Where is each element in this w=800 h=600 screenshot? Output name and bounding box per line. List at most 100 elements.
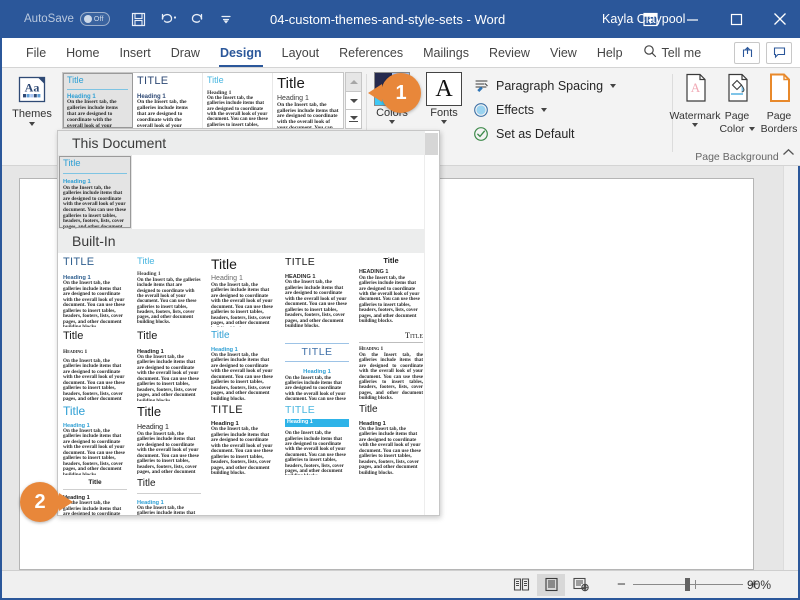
- redo-icon[interactable]: [184, 6, 210, 32]
- ribbon-tabs: File Home Insert Draw Design Layout Refe…: [2, 38, 800, 68]
- built-in-style-1[interactable]: Title Heading 1 On the Insert tab, the g…: [132, 253, 206, 327]
- style-set-item-3[interactable]: Title Heading 1 On the Insert tab, the g…: [273, 73, 343, 128]
- preview-body: On the Insert tab, the galleries include…: [137, 506, 201, 516]
- collapse-ribbon-button[interactable]: [782, 144, 795, 162]
- chevron-down-icon[interactable]: [541, 108, 547, 112]
- themes-button[interactable]: Aa Themes: [10, 76, 54, 126]
- tab-home[interactable]: Home: [56, 38, 109, 68]
- tab-file[interactable]: File: [16, 38, 56, 68]
- this-document-style-0[interactable]: Title Heading 1 On the Insert tab, the g…: [58, 155, 132, 229]
- style-set-item-0[interactable]: Title Heading 1 On the Insert tab, the g…: [63, 73, 133, 128]
- tab-review[interactable]: Review: [479, 38, 540, 68]
- built-in-style-0[interactable]: TITLE Heading 1 On the Insert tab, the g…: [58, 253, 132, 327]
- gallery-scroll-down-button[interactable]: [345, 91, 362, 111]
- tab-mailings[interactable]: Mailings: [413, 38, 479, 68]
- effects-button[interactable]: Effects: [472, 98, 652, 122]
- preview-title: Title: [137, 405, 201, 419]
- more-icon: [349, 116, 358, 123]
- preview-body: On the Insert tab, the galleries include…: [137, 432, 201, 475]
- built-in-style-8[interactable]: TITLE Heading 1 On the Insert tab, the g…: [280, 327, 354, 401]
- callout-tail: [368, 84, 382, 102]
- preview-title: Title: [63, 159, 127, 169]
- autosave-toggle[interactable]: Off: [80, 12, 110, 26]
- preview-body: On the Insert tab, the galleries include…: [285, 431, 349, 475]
- chevron-down-icon[interactable]: [389, 120, 395, 124]
- paragraph-spacing-icon: [472, 77, 490, 95]
- tab-insert[interactable]: Insert: [110, 38, 161, 68]
- chevron-down-icon[interactable]: [749, 127, 755, 131]
- minimize-icon[interactable]: [670, 0, 714, 38]
- built-in-style-13[interactable]: TITLE Heading 1 On the Insert tab, the g…: [280, 401, 354, 475]
- tab-design[interactable]: Design: [210, 38, 272, 68]
- built-in-style-6[interactable]: Title Heading 1 On the Insert tab, the g…: [132, 327, 206, 401]
- built-in-style-10[interactable]: Title Heading 1 On the Insert tab, the g…: [58, 401, 132, 475]
- built-in-style-14[interactable]: Title Heading 1 On the Insert tab, the g…: [354, 401, 428, 475]
- preview-body: On the Insert tab, the galleries include…: [207, 96, 268, 128]
- tell-me-label: Tell me: [662, 46, 702, 60]
- zoom-level-label[interactable]: 90%: [747, 578, 771, 592]
- undo-icon[interactable]: [155, 6, 181, 32]
- tab-help[interactable]: Help: [587, 38, 633, 68]
- preview-body: On the Insert tab, the galleries include…: [137, 100, 198, 128]
- title-bar: AutoSave Off 04-custom-themes-and-style-…: [2, 0, 800, 38]
- read-mode-icon[interactable]: [507, 574, 535, 596]
- gallery-scroll-up-button[interactable]: [345, 72, 362, 92]
- web-layout-icon[interactable]: [567, 574, 595, 596]
- built-in-style-4[interactable]: Title HEADING 1 On the Insert tab, the g…: [354, 253, 428, 327]
- chevron-down-icon[interactable]: [29, 122, 35, 126]
- zoom-slider[interactable]: [633, 584, 743, 585]
- style-set-item-2[interactable]: Title Heading 1 On the Insert tab, the g…: [203, 73, 273, 128]
- built-in-style-11[interactable]: Title Heading 1 On the Insert tab, the g…: [132, 401, 206, 475]
- preview-body: On the Insert tab, the galleries include…: [63, 429, 127, 475]
- maximize-icon[interactable]: [714, 0, 758, 38]
- dropdown-scrollbar[interactable]: [424, 131, 439, 515]
- preview-body: On the Insert tab, the galleries include…: [277, 103, 339, 128]
- share-icon[interactable]: [734, 42, 760, 64]
- zoom-slider-thumb[interactable]: [685, 578, 690, 591]
- built-in-style-2[interactable]: Title Heading 1 On the Insert tab, the g…: [206, 253, 280, 327]
- document-vertical-scrollbar[interactable]: [783, 166, 798, 570]
- paragraph-spacing-button[interactable]: Paragraph Spacing: [472, 74, 652, 98]
- style-set-gallery[interactable]: Title Heading 1 On the Insert tab, the g…: [62, 72, 344, 129]
- comments-icon[interactable]: [766, 42, 792, 64]
- tab-draw[interactable]: Draw: [161, 38, 210, 68]
- ribbon-group-themes: Aa Themes: [2, 68, 60, 166]
- autosave-control[interactable]: AutoSave Off: [24, 12, 110, 26]
- preview-body: On the Insert tab, the galleries include…: [63, 186, 127, 230]
- zoom-control: − +: [617, 580, 759, 590]
- chevron-down-icon[interactable]: [692, 123, 698, 127]
- svg-text:Aa: Aa: [25, 81, 40, 95]
- save-icon[interactable]: [126, 6, 152, 32]
- print-layout-icon[interactable]: [537, 574, 565, 596]
- preview-body: On the Insert tab, the galleries include…: [211, 283, 275, 327]
- close-icon[interactable]: [758, 0, 800, 38]
- word-window: AutoSave Off 04-custom-themes-and-style-…: [0, 0, 800, 600]
- built-in-style-16[interactable]: Title Heading 1 On the Insert tab, the g…: [132, 475, 206, 516]
- dropdown-scrollbar-thumb[interactable]: [425, 133, 438, 155]
- page-borders-button[interactable]: Page Borders: [758, 72, 800, 135]
- tab-layout[interactable]: Layout: [272, 38, 330, 68]
- built-in-style-12[interactable]: TITLE Heading 1 On the Insert tab, the g…: [206, 401, 280, 475]
- ribbon-display-options-icon[interactable]: [630, 0, 670, 38]
- built-in-style-5[interactable]: Title Heading 1 On the Insert tab, the g…: [58, 327, 132, 401]
- tab-references[interactable]: References: [329, 38, 413, 68]
- tell-me-search[interactable]: Tell me: [643, 44, 702, 61]
- this-document-row: Title Heading 1 On the Insert tab, the g…: [58, 155, 439, 229]
- zoom-out-button[interactable]: −: [617, 580, 626, 590]
- built-in-style-3[interactable]: TITLE HEADING 1 On the Insert tab, the g…: [280, 253, 354, 327]
- built-in-style-9[interactable]: Title Heading 1 On the Insert tab, the g…: [354, 327, 428, 401]
- gallery-more-button[interactable]: [345, 109, 362, 129]
- set-as-default-button[interactable]: Set as Default: [472, 122, 652, 146]
- built-in-style-7[interactable]: Title Heading 1 On the Insert tab, the g…: [206, 327, 280, 401]
- fonts-icon: A: [426, 72, 462, 106]
- chevron-down-icon[interactable]: [610, 84, 616, 88]
- chevron-down-icon[interactable]: [441, 120, 447, 124]
- fonts-button[interactable]: A Fonts: [420, 72, 468, 124]
- tab-view[interactable]: View: [540, 38, 587, 68]
- built-in-header: Built-In: [58, 229, 439, 253]
- customize-qat-icon[interactable]: [213, 6, 239, 32]
- page-color-button[interactable]: Page Color: [716, 72, 758, 135]
- style-set-item-1[interactable]: TITLE Heading 1 On the Insert tab, the g…: [133, 73, 203, 128]
- preview-title: TITLE: [285, 347, 349, 358]
- watermark-button[interactable]: A Watermark: [674, 72, 716, 135]
